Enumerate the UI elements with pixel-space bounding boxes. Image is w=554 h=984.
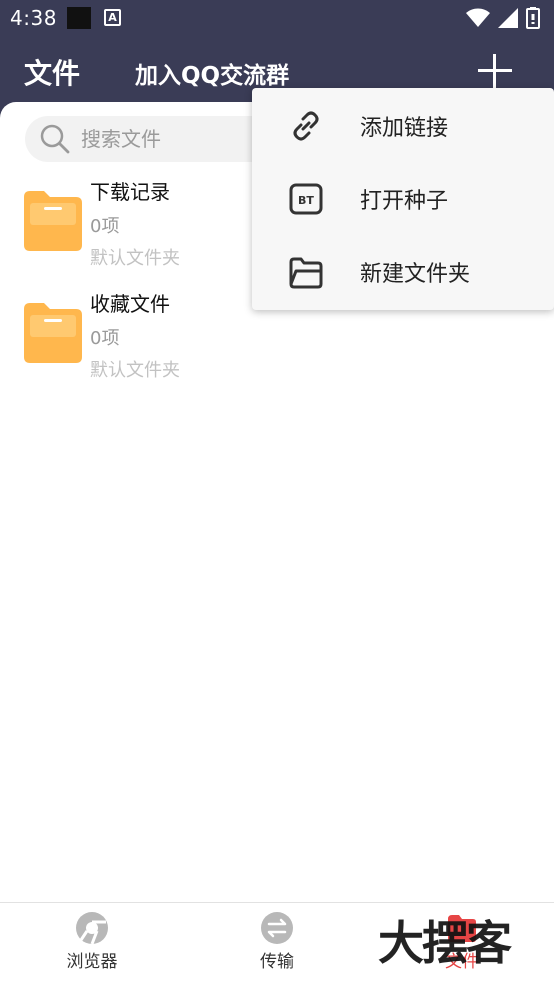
bt-icon: BT [289, 183, 323, 215]
folder-icon [24, 303, 82, 363]
nav-item-transfer[interactable]: 传输 [217, 903, 337, 984]
file-count: 0项 [90, 328, 120, 349]
menu-item-new-folder[interactable]: 新建文件夹 [252, 236, 554, 308]
file-name: 下载记录 [90, 180, 170, 204]
menu-item-label: 添加链接 [360, 116, 449, 141]
folder-icon [24, 191, 82, 251]
signal-icon [498, 8, 518, 28]
link-icon [293, 111, 319, 141]
status-icons [466, 7, 540, 29]
watermark-logo: 大摆客 [378, 916, 512, 970]
status-time: 4:38 [10, 6, 57, 30]
menu-item-label: 新建文件夹 [360, 262, 471, 287]
wifi-icon [466, 8, 490, 27]
folder-open-icon [289, 257, 323, 289]
file-type: 默认文件夹 [90, 360, 180, 381]
status-bar: 4:38 A [0, 0, 554, 36]
plus-icon[interactable] [476, 52, 514, 90]
nav-label: 传输 [260, 952, 294, 972]
join-qq-group-link[interactable]: 加入QQ交流群 [135, 56, 289, 90]
file-name: 收藏文件 [90, 292, 170, 316]
nav-label: 浏览器 [66, 952, 118, 972]
search-icon [40, 124, 70, 154]
file-count: 0项 [90, 216, 120, 237]
nav-item-browser[interactable]: 浏览器 [32, 903, 152, 984]
menu-item-add-link[interactable]: 添加链接 [252, 90, 554, 162]
notification-square-icon [67, 7, 91, 29]
file-type: 默认文件夹 [90, 248, 180, 269]
menu-item-label: 打开种子 [360, 189, 449, 214]
page-title: 文件 [24, 57, 81, 90]
notification-a-icon: A [104, 9, 121, 26]
add-menu: 添加链接 BT 打开种子 新建文件夹 [252, 88, 554, 310]
menu-item-open-torrent[interactable]: BT 打开种子 [252, 163, 554, 235]
svg-text:BT: BT [298, 194, 314, 207]
transfer-icon [261, 912, 293, 944]
battery-icon [526, 7, 540, 29]
browser-icon [76, 912, 108, 945]
